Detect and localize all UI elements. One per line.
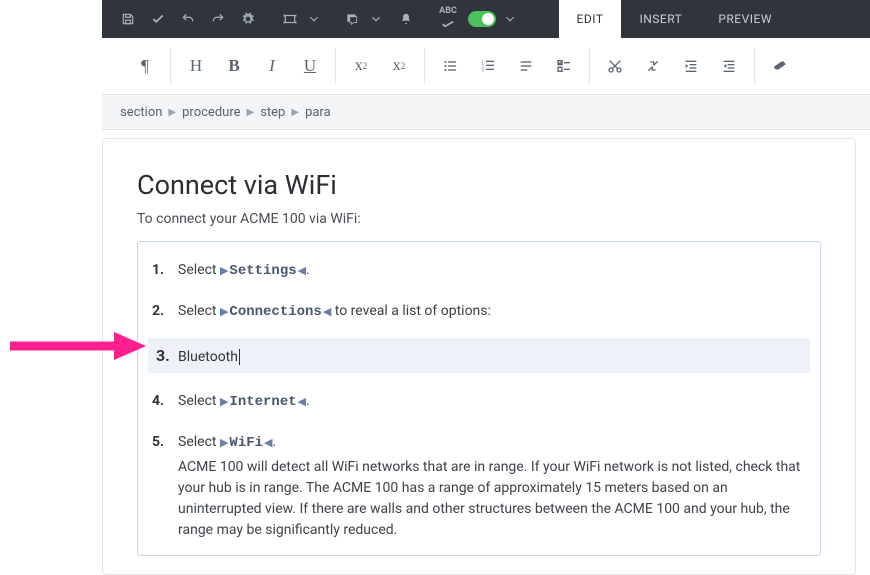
step-number: 3. xyxy=(152,346,178,365)
step-text: . xyxy=(273,434,277,450)
tag-close-icon: ◀ xyxy=(298,264,306,277)
format-toolbar: ¶ H B I U x2 x2 123 xyxy=(102,38,870,94)
step-text: to reveal a list of options: xyxy=(331,303,491,319)
bold-button[interactable]: B xyxy=(215,48,253,84)
step-number: 5. xyxy=(152,434,178,450)
chevron-down-icon[interactable] xyxy=(300,0,328,38)
toolbar-actions: ABC xyxy=(102,0,524,38)
undo-icon[interactable] xyxy=(174,0,202,38)
step-subtext[interactable]: ACME 100 will detect all WiFi networks t… xyxy=(178,457,806,541)
step-text: . xyxy=(306,262,310,278)
eraser-icon[interactable] xyxy=(761,48,799,84)
chevron-right-icon: ▶ xyxy=(168,107,176,118)
tag-close-icon: ◀ xyxy=(264,436,272,449)
step-text: Select xyxy=(178,393,220,409)
crumb-item[interactable]: para xyxy=(305,105,331,120)
spellcheck-icon[interactable]: ABC xyxy=(434,0,462,38)
step-text: Select xyxy=(178,434,220,450)
step-row-active[interactable]: 3. Bluetooth xyxy=(148,338,810,373)
crumb-item[interactable]: procedure xyxy=(182,105,240,120)
heading-button[interactable]: H xyxy=(177,48,215,84)
step-row[interactable]: 4. Select ▶Internet◀. xyxy=(152,385,806,426)
italic-button[interactable]: I xyxy=(253,48,291,84)
chevron-down-icon[interactable] xyxy=(362,0,390,38)
ui-tag[interactable]: Connections xyxy=(229,304,321,320)
indent-icon[interactable] xyxy=(672,48,710,84)
chevron-right-icon: ▶ xyxy=(247,107,255,118)
step-row[interactable]: 5. Select ▶WiFi◀. ACME 100 will detect a… xyxy=(152,426,806,545)
tab-preview[interactable]: PREVIEW xyxy=(700,0,790,38)
tag-open-icon: ▶ xyxy=(220,264,228,277)
crumb-item[interactable]: section xyxy=(120,105,162,120)
ui-tag[interactable]: Settings xyxy=(229,263,296,279)
chevron-down-icon[interactable] xyxy=(496,0,524,38)
redo-icon[interactable] xyxy=(204,0,232,38)
tab-edit[interactable]: EDIT xyxy=(559,0,622,38)
checklist-icon[interactable] xyxy=(545,48,583,84)
gear-icon[interactable] xyxy=(234,0,262,38)
step-number: 2. xyxy=(152,303,178,319)
toggle-switch[interactable] xyxy=(468,11,496,27)
save-icon[interactable] xyxy=(114,0,142,38)
tag-open-icon: ▶ xyxy=(220,305,228,318)
underline-button[interactable]: U xyxy=(291,48,329,84)
step-number: 1. xyxy=(152,262,178,278)
numbered-list-icon[interactable]: 123 xyxy=(469,48,507,84)
step-text: Select xyxy=(178,262,220,278)
step-number: 4. xyxy=(152,393,178,409)
bullet-list-icon[interactable] xyxy=(431,48,469,84)
cut-icon[interactable] xyxy=(596,48,634,84)
ui-tag[interactable]: WiFi xyxy=(229,435,263,451)
crumb-item[interactable]: step xyxy=(260,105,285,120)
svg-text:3: 3 xyxy=(481,68,484,73)
page-title[interactable]: Connect via WiFi xyxy=(137,169,821,201)
editor-content[interactable]: Connect via WiFi To connect your ACME 10… xyxy=(102,138,856,575)
step-text: Select xyxy=(178,303,220,319)
tag-open-icon: ▶ xyxy=(220,436,228,449)
tag-open-icon: ▶ xyxy=(220,395,228,408)
step-row[interactable]: 1. Select ▶Settings◀. xyxy=(152,254,806,295)
chevron-right-icon: ▶ xyxy=(291,107,299,118)
procedure-steps: 1. Select ▶Settings◀. 2. Select ▶Connect… xyxy=(137,241,821,556)
tag-close-icon: ◀ xyxy=(298,395,306,408)
primary-toolbar: ABC EDIT INSERT PREVIEW xyxy=(102,0,870,38)
pilcrow-icon[interactable]: ¶ xyxy=(126,48,164,84)
step-row[interactable]: 2. Select ▶Connections◀ to reveal a list… xyxy=(152,295,806,336)
tab-insert[interactable]: INSERT xyxy=(621,0,700,38)
ui-tag[interactable]: Internet xyxy=(229,394,296,410)
check-icon[interactable] xyxy=(144,0,172,38)
breadcrumb: section ▶ procedure ▶ step ▶ para xyxy=(102,94,870,130)
align-icon[interactable] xyxy=(507,48,545,84)
bell-icon[interactable] xyxy=(392,0,420,38)
step-text: . xyxy=(306,393,310,409)
subscript-button[interactable]: x2 xyxy=(380,48,418,84)
collapse-icon[interactable] xyxy=(634,48,672,84)
intro-text[interactable]: To connect your ACME 100 via WiFi: xyxy=(137,211,821,227)
outdent-icon[interactable] xyxy=(710,48,748,84)
superscript-button[interactable]: x2 xyxy=(342,48,380,84)
step-input[interactable]: Bluetooth xyxy=(178,349,240,365)
mode-tabs: EDIT INSERT PREVIEW xyxy=(559,0,790,38)
